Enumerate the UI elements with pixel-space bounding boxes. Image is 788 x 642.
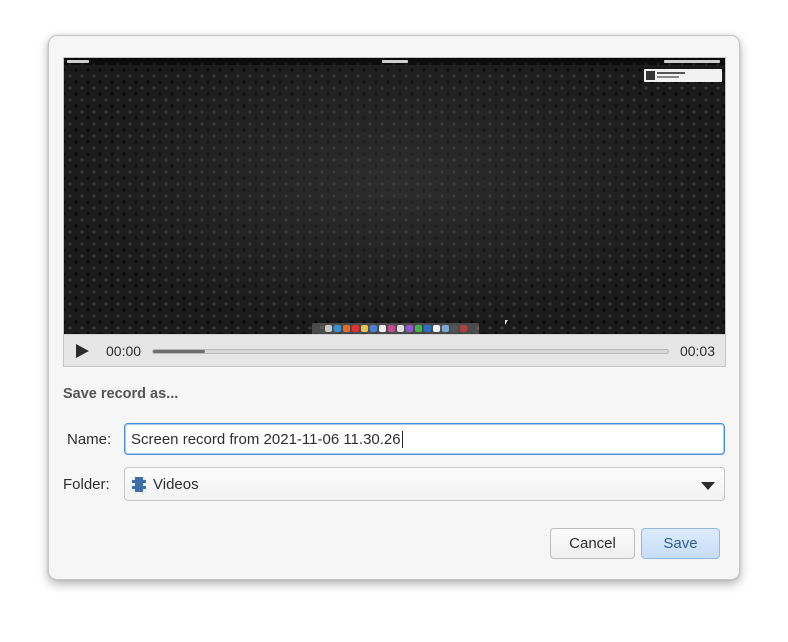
save-button[interactable]: Save [641,528,720,559]
play-icon[interactable] [76,344,89,358]
seek-progress [153,350,205,353]
save-record-dialog: 00:00 00:03 Save record as... Name: Scre… [48,35,740,580]
folder-select-value: Videos [153,476,199,493]
total-time: 00:03 [679,343,715,359]
current-time: 00:00 [106,343,142,359]
dialog-heading: Save record as... [63,386,179,402]
folder-label: Folder: [63,476,110,493]
chevron-down-icon[interactable] [701,482,715,490]
folder-select[interactable]: Videos [124,467,725,501]
name-input[interactable]: Screen record from 2021-11-06 11.30.26 [124,423,725,455]
name-input-value: Screen record from 2021-11-06 11.30.26 [131,430,401,448]
cancel-button[interactable]: Cancel [550,528,635,559]
seek-slider[interactable] [152,349,669,354]
video-preview: 00:00 00:03 [63,57,726,367]
player-controls: 00:00 00:03 [64,334,725,366]
video-folder-icon [132,477,146,492]
name-label: Name: [67,431,112,448]
text-caret [401,430,403,448]
recording-thumbnail [64,58,725,334]
